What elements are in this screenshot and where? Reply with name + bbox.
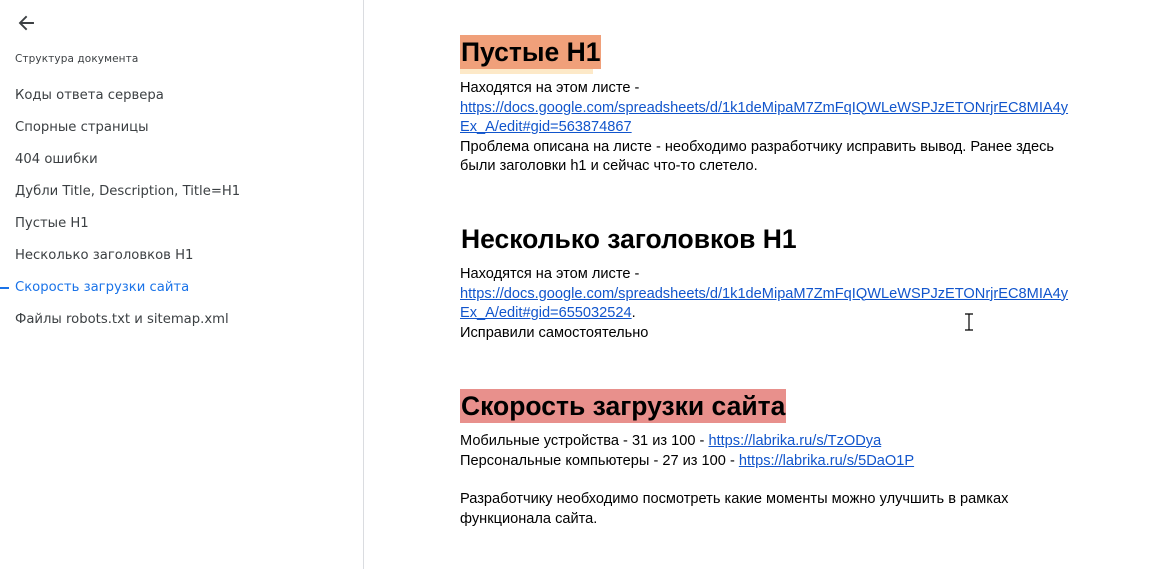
heading-multiple-h1: Несколько заголовков H1 [461, 224, 797, 254]
intro-text: Находятся на этом листе - [460, 80, 640, 96]
outline-item-label: Файлы robots.txt и sitemap.xml [15, 312, 229, 327]
outline-item-multiple-h1[interactable]: Несколько заголовков H1 [0, 240, 363, 272]
desktop-score-text: Персональные компьютеры - 27 из 100 - [460, 452, 739, 469]
desktop-report-link[interactable]: https://labrika.ru/s/5DaO1P [739, 453, 914, 469]
back-button[interactable] [12, 10, 40, 36]
outline-item-label: Несколько заголовков H1 [15, 248, 194, 263]
active-marker [0, 287, 9, 289]
outline-item-label: Дубли Title, Description, Title=H1 [15, 184, 241, 199]
outline-item-label: Скорость загрузки сайта [15, 280, 190, 295]
note-text: Проблема описана на листе - необходимо р… [460, 138, 1055, 175]
heading-site-speed: Скорость загрузки сайта [460, 389, 787, 423]
outline-item-label: 404 ошибки [15, 152, 98, 167]
sheet-link[interactable]: https://docs.google.com/spreadsheets/d/1… [460, 100, 1068, 136]
mobile-score-text: Мобильные устройства - 31 из 100 - [460, 433, 709, 449]
outline-item-robots-sitemap[interactable]: Файлы robots.txt и sitemap.xml [0, 304, 363, 336]
text-cursor-icon [965, 313, 973, 331]
mobile-report-link[interactable]: https://labrika.ru/s/TzODya [708, 433, 881, 449]
outline-list: Коды ответа сервера Спорные страницы 404… [0, 80, 363, 336]
document-page[interactable]: Пустые H1 Находятся на этом листе - http… [364, 0, 1154, 569]
outline-title: Структура документа [15, 53, 139, 65]
outline-item-label: Спорные страницы [15, 120, 149, 135]
outline-item-duplicate-titles[interactable]: Дубли Title, Description, Title=H1 [0, 176, 363, 208]
section-site-speed-body: Мобильные устройства - 31 из 100 - https… [460, 432, 1070, 471]
outline-item-label: Пустые H1 [15, 216, 89, 231]
sheet-link[interactable]: https://docs.google.com/spreadsheets/d/1… [460, 286, 1068, 322]
outline-item-server-codes[interactable]: Коды ответа сервера [0, 80, 363, 112]
arrow-left-icon [18, 15, 34, 31]
section-site-speed-note: Разработчику необходимо посмотреть какие… [460, 491, 1009, 527]
link-suffix: . [631, 305, 636, 322]
outline-item-disputed-pages[interactable]: Спорные страницы [0, 112, 363, 144]
section-multiple-h1-body: Находятся на этом листе - https://docs.g… [460, 265, 1070, 343]
intro-text: Находятся на этом листе - [460, 266, 640, 282]
document-outline-panel: Структура документа Коды ответа сервера … [0, 0, 364, 569]
section-empty-h1-body: Находятся на этом листе - https://docs.g… [460, 79, 1070, 177]
note-text: Исправили самостоятельно [460, 324, 649, 341]
outline-item-empty-h1[interactable]: Пустые H1 [0, 208, 363, 240]
heading-empty-h1: Пустые H1 [460, 35, 602, 69]
outline-item-label: Коды ответа сервера [15, 88, 164, 103]
outline-item-404-errors[interactable]: 404 ошибки [0, 144, 363, 176]
outline-item-site-speed[interactable]: Скорость загрузки сайта [0, 272, 363, 304]
